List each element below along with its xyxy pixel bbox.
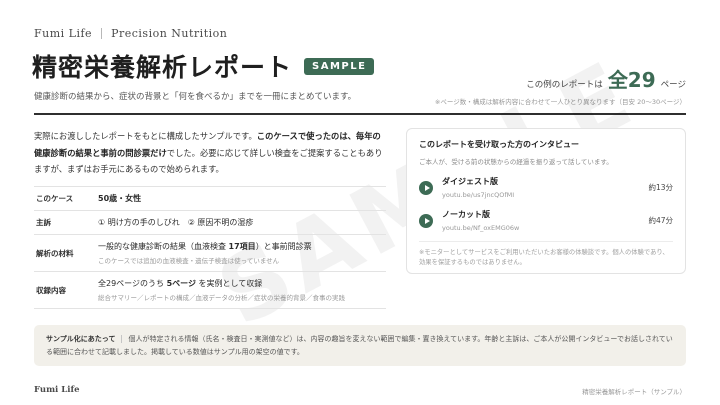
card-divider: [419, 241, 673, 242]
brand-tagline: Precision Nutrition: [111, 27, 228, 40]
video-link-uncut[interactable]: ノーカット版 youtu.be/Nf_oxEMG06w 約47分: [419, 209, 673, 232]
interview-card-description: ご本人が、受ける前の状態からの経過を振り返って話しています。: [419, 158, 613, 166]
contents-text-b: を実例として収録: [195, 279, 263, 288]
video-link-digest[interactable]: ダイジェスト版 youtu.be/us7jncQOfMI 約13分: [419, 176, 673, 199]
info-value: ① 明け方の手のしびれ ② 原因不明の湿疹: [98, 218, 254, 227]
intro-text: 実際にお渡ししたレポートをもとに構成したサンプルです。このケースで使ったのは、毎…: [34, 128, 384, 178]
info-label: 解析の材料: [36, 248, 74, 258]
contents-text-bold: 5ページ: [166, 279, 196, 288]
footer-brand: Fumi Life: [34, 385, 80, 395]
sample-badge: SAMPLE: [304, 57, 375, 75]
header-rule: [34, 113, 686, 115]
contents-subtext: 総合サマリー／レポートの構成／血液データの分析／症状の栄養的背景／食事の実践: [98, 294, 345, 302]
intro-part-1: 実際にお渡ししたレポートをもとに構成したサンプルです。: [34, 131, 257, 141]
video-url[interactable]: youtu.be/us7jncQOfMI: [442, 191, 648, 199]
info-label: このケース: [36, 194, 74, 203]
interview-disclaimer: ※モニターとしてサービスをご利用いただいたお客様の体験談です。個人の体験であり、…: [419, 249, 669, 266]
info-label: 主訴: [36, 218, 51, 227]
video-url[interactable]: youtu.be/Nf_oxEMG06w: [442, 224, 648, 232]
page-count-suffix: ページ: [660, 80, 686, 90]
page-count-prefix: この例のレポートは: [526, 80, 603, 90]
page-count-value: 全29: [607, 68, 656, 92]
title-row: 精密栄養解析レポート SAMPLE: [32, 48, 375, 84]
brand-divider: [101, 28, 103, 39]
info-value: 全29ページのうち 5ページ を実例として収録 総合サマリー／レポートの構成／血…: [98, 278, 386, 302]
brand-name: Fumi Life: [34, 27, 93, 40]
contents-text-a: 全29ページのうち: [98, 279, 167, 288]
case-info-table: このケース 50歳・女性 主訴 ① 明け方の手のしびれ ② 原因不明の湿疹 解析…: [34, 186, 386, 309]
page-title: 精密栄養解析レポート: [32, 53, 293, 82]
page-subtitle: 健康診断の結果から、症状の背景と「何を食べるか」までを一冊にまとめています。: [34, 92, 357, 102]
footnote-divider: [121, 335, 123, 343]
play-icon: [419, 213, 433, 228]
info-row-case: このケース 50歳・女性: [34, 186, 386, 210]
info-row-materials: 解析の材料 一般的な健康診断の結果（血液検査 17項目）と事前問診票 このケース…: [34, 234, 386, 271]
video-duration: 約47分: [648, 216, 673, 225]
footnote-text: 個人が特定される情報（氏名・検査日・実測値など）は、内容の趣旨を変えない範囲で編…: [46, 335, 673, 356]
video-title: ダイジェスト版: [442, 177, 498, 186]
page-count-note: ※ページ数・構成は解析内容に合わせて一人ひとり異なります（目安 20〜30ページ…: [434, 98, 686, 106]
info-value: 一般的な健康診断の結果（血液検査 17項目）と事前問診票 このケースでは追加の血…: [98, 241, 386, 265]
footnote-label: サンプル化にあたって: [46, 335, 116, 343]
materials-subtext: このケースでは追加の血液検査・遺伝子検査は使っていません: [98, 257, 280, 265]
footer-document-name: 精密栄養解析レポート（サンプル）: [582, 388, 686, 396]
materials-text-b: ）と事前問診票: [255, 242, 312, 251]
info-row-complaint: 主訴 ① 明け方の手のしびれ ② 原因不明の湿疹: [34, 210, 386, 234]
brand-line: Fumi Life Precision Nutrition: [34, 27, 227, 40]
interview-card-title: このレポートを受け取った方のインタビュー: [419, 140, 579, 149]
interview-card: このレポートを受け取った方のインタビュー ご本人が、受ける前の状態からの経過を振…: [406, 128, 686, 274]
page-count-box: この例のレポートは 全29 ページ ※ページ数・構成は解析内容に合わせて一人ひと…: [435, 64, 686, 106]
info-label: 収録内容: [36, 285, 66, 295]
materials-text-a: 一般的な健康診断の結果（血液検査: [98, 242, 229, 251]
video-duration: 約13分: [648, 183, 673, 192]
materials-text-bold: 17項目: [228, 242, 256, 251]
info-row-contents: 収録内容 全29ページのうち 5ページ を実例として収録 総合サマリー／レポート…: [34, 271, 386, 309]
sample-footnote: サンプル化にあたって 個人が特定される情報（氏名・検査日・実測値など）は、内容の趣…: [34, 325, 686, 366]
video-title: ノーカット版: [442, 210, 490, 219]
info-value: 50歳・女性: [98, 194, 142, 203]
play-icon: [419, 180, 433, 195]
